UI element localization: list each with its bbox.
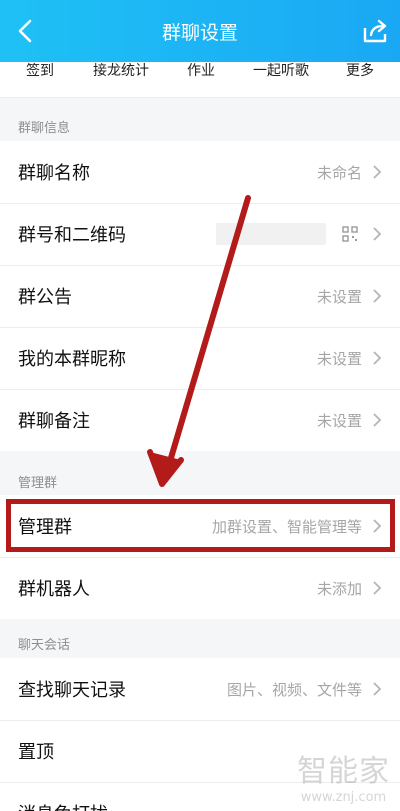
row-value: 未设置 — [316, 287, 362, 306]
row-manage-group[interactable]: 管理群 加群设置、智能管理等 — [0, 495, 400, 557]
quick-action-more[interactable]: 更多 — [346, 62, 374, 81]
chevron-right-icon — [373, 519, 382, 533]
row-label: 群机器人 — [18, 579, 90, 600]
nav-header: 群聊设置 — [0, 0, 400, 62]
row-value: 未设置 — [316, 411, 362, 430]
section-label-manage-group: 管理群 — [18, 476, 58, 491]
row-label: 查找聊天记录 — [18, 680, 126, 701]
watermark-logo: 智能家 www.znj.com — [297, 746, 390, 805]
quick-action-listen-together[interactable]: 一起听歌 — [253, 62, 309, 81]
row-label: 我的本群昵称 — [18, 349, 126, 370]
blurred-group-number — [216, 223, 326, 245]
quick-action-sign-in[interactable]: 签到 — [26, 62, 54, 81]
chevron-right-icon — [373, 289, 382, 303]
watermark-url: www.znj.com — [300, 790, 387, 805]
chevron-right-icon — [373, 227, 382, 241]
group-info-list: 群聊名称 未命名 群号和二维码 群公告 未设置 我的本群昵称 未设置 群聊备注 … — [0, 141, 400, 451]
manage-group-list: 管理群 加群设置、智能管理等 群机器人 未添加 — [0, 495, 400, 619]
chevron-right-icon — [373, 581, 382, 595]
row-group-robot[interactable]: 群机器人 未添加 — [0, 557, 400, 619]
row-value: 未添加 — [316, 579, 362, 598]
row-label: 群号和二维码 — [18, 225, 126, 246]
row-label: 管理群 — [18, 517, 72, 538]
chevron-right-icon — [373, 682, 382, 696]
row-label: 消息免打扰 — [18, 800, 108, 811]
share-icon[interactable] — [360, 16, 390, 46]
row-my-nickname[interactable]: 我的本群昵称 未设置 — [0, 327, 400, 389]
row-value: 未设置 — [316, 349, 362, 368]
quick-action-relay-stats[interactable]: 接龙统计 — [93, 62, 149, 81]
chevron-right-icon — [373, 165, 382, 179]
row-search-history[interactable]: 查找聊天记录 图片、视频、文件等 — [0, 658, 400, 720]
row-label: 群聊名称 — [18, 163, 90, 184]
chevron-right-icon — [373, 413, 382, 427]
row-value: 未命名 — [316, 163, 362, 182]
quick-action-bar: 签到 接龙统计 作业 一起听歌 更多 — [0, 62, 400, 98]
row-group-remark[interactable]: 群聊备注 未设置 — [0, 389, 400, 451]
row-group-name[interactable]: 群聊名称 未命名 — [0, 141, 400, 203]
watermark-text: 智能家 — [297, 754, 390, 789]
section-label-chat-session: 聊天会话 — [18, 638, 71, 653]
quick-action-homework[interactable]: 作业 — [187, 62, 215, 81]
row-label: 置顶 — [18, 742, 54, 763]
row-value: 加群设置、智能管理等 — [211, 517, 362, 536]
row-label: 群聊备注 — [18, 411, 90, 432]
row-group-id-qrcode[interactable]: 群号和二维码 — [0, 203, 400, 265]
qr-code-icon — [342, 226, 358, 242]
section-label-group-info: 群聊信息 — [18, 121, 71, 136]
page-title: 群聊设置 — [161, 22, 238, 44]
row-label: 群公告 — [18, 287, 72, 308]
row-announcement[interactable]: 群公告 未设置 — [0, 265, 400, 327]
chevron-right-icon — [373, 351, 382, 365]
row-value: 图片、视频、文件等 — [226, 680, 362, 699]
